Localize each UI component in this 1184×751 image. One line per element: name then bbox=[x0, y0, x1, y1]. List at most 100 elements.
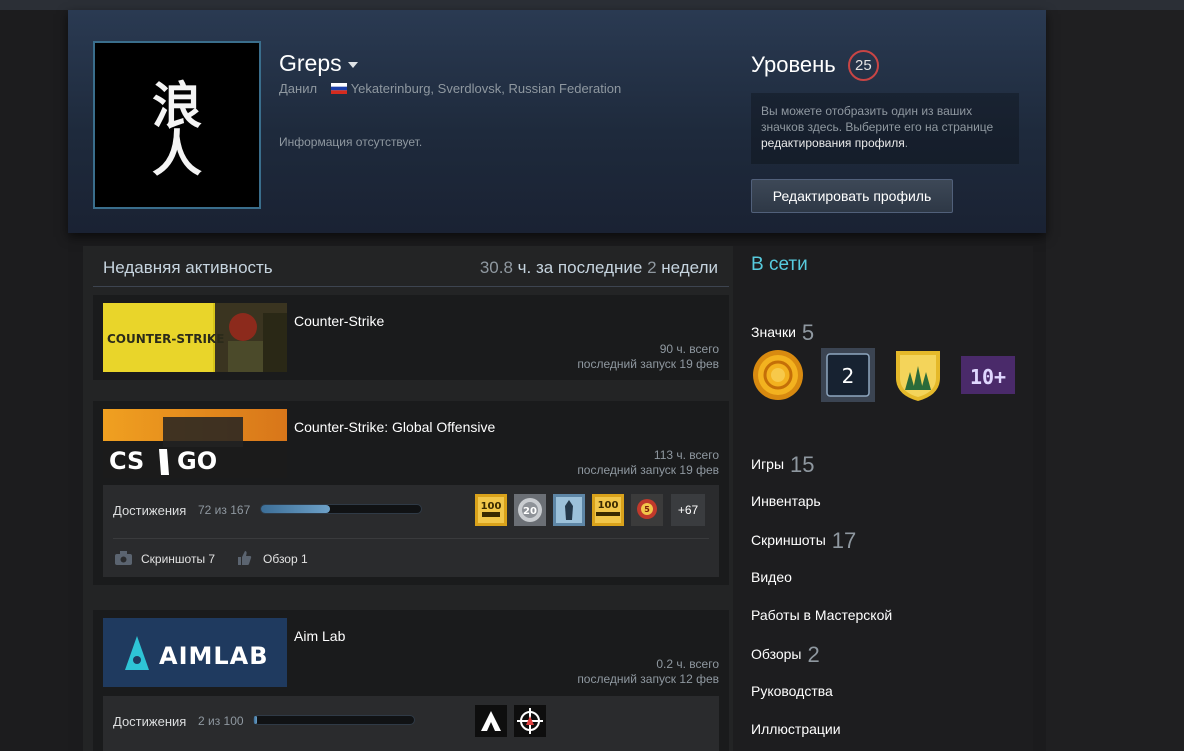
recent-activity-title: Недавняя активность bbox=[103, 258, 273, 277]
game-last-played: последний запуск 19 фев bbox=[577, 463, 719, 477]
game-row-csgo: CS GO Counter-Strike: Global Offensive 1… bbox=[93, 401, 729, 585]
background-right bbox=[1046, 10, 1184, 751]
real-name: Данил bbox=[279, 81, 318, 96]
achievement-icon-text: 100 bbox=[598, 500, 619, 511]
avatar[interactable]: 浪 人 bbox=[93, 41, 261, 209]
aimlab-logo-text: AIMLAB bbox=[159, 642, 269, 670]
achievement-icon-text: 5 bbox=[644, 505, 650, 514]
screenshots-link[interactable]: Скриншоты 7 bbox=[141, 552, 215, 566]
sidebar-label: Значки bbox=[751, 324, 796, 340]
activity-weeks-value: 2 bbox=[647, 258, 657, 277]
edit-profile-button[interactable]: Редактировать профиль bbox=[751, 179, 953, 213]
achievement-icon-text: 20 bbox=[523, 506, 537, 517]
csgo-logo-left: CS bbox=[109, 447, 144, 475]
achievement-100-icon[interactable]: 100 bbox=[475, 494, 507, 526]
badge-10-plus-icon[interactable]: 10+ bbox=[961, 348, 1015, 402]
chevron-down-icon[interactable] bbox=[347, 61, 358, 68]
sidebar-item-reviews[interactable]: Обзоры 2 bbox=[751, 642, 820, 668]
level-badge[interactable]: 25 bbox=[847, 50, 879, 81]
sidebar-label: Игры bbox=[751, 456, 785, 472]
badge-hint-end: . bbox=[904, 136, 909, 150]
profile-summary: Информация отсутствует. bbox=[279, 135, 423, 149]
top-band bbox=[0, 0, 1184, 10]
thumbs-up-icon bbox=[238, 551, 252, 565]
game-hours: 113 ч. всего bbox=[653, 448, 719, 462]
activity-hours-label: ч. за последние bbox=[517, 258, 643, 277]
recent-activity-hours: 30.8 ч. за последние 2 недели bbox=[480, 258, 718, 278]
achievement-progress-bar bbox=[253, 715, 415, 725]
badge-ten-text: 10+ bbox=[970, 365, 1006, 389]
achievement-progress-fill bbox=[254, 716, 258, 724]
game-last-played: последний запуск 12 фев bbox=[577, 672, 719, 686]
game-name[interactable]: Counter-Strike bbox=[294, 313, 384, 329]
featured-badge-hint: Вы можете отобразить один из ваших значк… bbox=[751, 93, 1019, 164]
achievements-count: 72 из 167 bbox=[198, 503, 251, 517]
game-capsule-aimlab[interactable]: AIMLAB bbox=[103, 618, 287, 687]
cs-logo-text: COUNTER-STRIKE bbox=[107, 332, 224, 346]
csgo-logo-right: GO bbox=[177, 447, 217, 475]
sidebar-label: Обзоры bbox=[751, 646, 802, 662]
activity-weeks-label: недели bbox=[661, 258, 718, 277]
divider bbox=[113, 538, 709, 539]
game-hours: 0.2 ч. всего bbox=[656, 657, 719, 671]
achievements-count: 2 из 100 bbox=[198, 714, 244, 728]
avatar-image: 浪 人 bbox=[95, 43, 259, 207]
sidebar-item-artwork[interactable]: Иллюстрации bbox=[751, 721, 841, 737]
avatar-char-2: 人 bbox=[152, 124, 202, 183]
sidebar-item-workshop[interactable]: Работы в Мастерской bbox=[751, 607, 892, 623]
persona-name-text: Greps bbox=[279, 50, 342, 76]
online-status: В сети bbox=[751, 254, 808, 275]
russia-flag-icon bbox=[330, 82, 347, 94]
sidebar-item-guides[interactable]: Руководства bbox=[751, 683, 833, 699]
achievement-crosshair-icon[interactable] bbox=[514, 705, 546, 737]
sidebar-count: 15 bbox=[790, 452, 815, 477]
more-achievements-button[interactable]: +67 bbox=[671, 494, 705, 526]
badge-years-icon[interactable]: 2 bbox=[821, 348, 875, 402]
game-capsule-csgo[interactable]: CS GO bbox=[103, 409, 287, 478]
camera-icon bbox=[115, 551, 132, 565]
edit-profile-link[interactable]: редактирования профиля bbox=[761, 136, 905, 150]
achievement-progress-fill bbox=[261, 505, 330, 513]
sidebar-item-games[interactable]: Игры 15 bbox=[751, 452, 815, 478]
achievement-20-icon[interactable]: 20 bbox=[514, 494, 546, 526]
persona-name[interactable]: Greps bbox=[279, 50, 358, 77]
game-name[interactable]: Counter-Strike: Global Offensive bbox=[294, 419, 495, 435]
divider bbox=[93, 286, 729, 287]
real-name-row: Данил Yekaterinburg, Sverdlovsk, Russian… bbox=[279, 81, 621, 96]
sidebar-item-inventory[interactable]: Инвентарь bbox=[751, 493, 821, 509]
sidebar-item-badges[interactable]: Значки 5 bbox=[751, 320, 814, 346]
profile-sidebar: В сети Значки 5 2 10+ Игры 15 Инвентарь Ск… bbox=[733, 246, 1033, 751]
activity-hours-value: 30.8 bbox=[479, 258, 513, 277]
game-name[interactable]: Aim Lab bbox=[294, 628, 345, 644]
achievements-block: Достижения 72 из 167 100 20 100 5 +67 Ск… bbox=[103, 485, 719, 577]
achievement-medal-icon[interactable]: 5 bbox=[631, 494, 663, 526]
achievements-block: Достижения 2 из 100 bbox=[103, 696, 719, 751]
badge-hint-text: Вы можете отобразить один из ваших значк… bbox=[761, 104, 994, 134]
achievements-label[interactable]: Достижения bbox=[113, 714, 186, 729]
sidebar-item-screenshots[interactable]: Скриншоты 17 bbox=[751, 528, 856, 554]
achievements-label[interactable]: Достижения bbox=[113, 503, 186, 518]
sidebar-item-video[interactable]: Видео bbox=[751, 569, 792, 585]
badge-forest-icon[interactable] bbox=[891, 348, 945, 402]
level-label: Уровень bbox=[751, 52, 836, 77]
background-left bbox=[0, 10, 68, 751]
sidebar-count: 17 bbox=[831, 528, 857, 553]
achievement-progress-bar bbox=[260, 504, 422, 514]
level-block: Уровень 25 bbox=[751, 50, 879, 81]
achievement-aimlab-logo-icon[interactable] bbox=[475, 705, 507, 737]
game-last-played: последний запуск 19 фев bbox=[577, 357, 719, 371]
review-link[interactable]: Обзор 1 bbox=[263, 552, 308, 566]
game-capsule-counter-strike[interactable]: COUNTER-STRIKE bbox=[103, 303, 287, 372]
badge-gold-coin-icon[interactable] bbox=[751, 348, 805, 402]
recent-activity-panel: Недавняя активность 30.8 ч. за последние… bbox=[83, 246, 733, 751]
achievement-100-rifle-icon[interactable]: 100 bbox=[592, 494, 624, 526]
game-row-aimlab: AIMLAB Aim Lab 0.2 ч. всего последний за… bbox=[93, 610, 729, 751]
sidebar-label: Скриншоты bbox=[751, 532, 826, 548]
achievement-soldier-icon[interactable] bbox=[553, 494, 585, 526]
sidebar-count: 5 bbox=[801, 320, 815, 345]
profile-header: 浪 人 Greps Данил Yekaterinburg, Sverdlovs… bbox=[68, 10, 1046, 233]
achievement-icon-text: 100 bbox=[481, 501, 502, 512]
game-row-counter-strike: COUNTER-STRIKE Counter-Strike 90 ч. всег… bbox=[93, 295, 729, 380]
location: Yekaterinburg, Sverdlovsk, Russian Feder… bbox=[350, 81, 622, 96]
sidebar-count: 2 bbox=[807, 642, 820, 667]
